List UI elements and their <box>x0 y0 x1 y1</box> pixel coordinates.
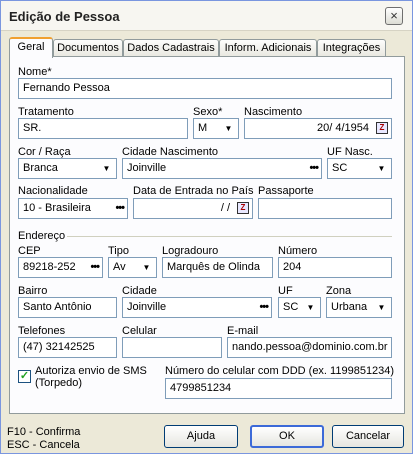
cidade-label: Cidade <box>122 285 157 297</box>
telefones-label: Telefones <box>18 325 66 337</box>
celular-field[interactable] <box>122 337 222 358</box>
celular-ddd-label: Número do celular com DDD (ex. 119985123… <box>165 365 395 377</box>
cidade-field[interactable]: Joinville ••• <box>122 297 272 318</box>
data-entrada-label: Data de Entrada no País <box>133 185 254 197</box>
calendar-icon[interactable]: Z <box>376 122 388 134</box>
chevron-down-icon[interactable]: ▼ <box>373 299 390 316</box>
lookup-icon[interactable]: ••• <box>309 159 319 178</box>
data-entrada-field[interactable]: / / Z <box>133 198 253 219</box>
celular-label: Celular <box>122 325 157 337</box>
cep-field[interactable]: 89218-252 ••• <box>18 257 103 278</box>
celular-ddd-field[interactable]: 4799851234 <box>165 378 392 399</box>
lookup-icon[interactable]: ••• <box>90 258 100 277</box>
uf-nasc-label: UF Nasc. <box>327 146 373 158</box>
cancel-button[interactable]: Cancelar <box>332 425 404 448</box>
sexo-value: M <box>198 122 208 134</box>
tratamento-field[interactable]: SR. <box>18 118 188 139</box>
nacionalidade-label: Nacionalidade <box>18 185 88 197</box>
cor-raca-select[interactable]: Branca ▼ <box>18 158 117 179</box>
cep-label: CEP <box>18 245 41 257</box>
tab-documentos[interactable]: Documentos <box>53 39 123 57</box>
cidade-nascimento-field[interactable]: Joinville ••• <box>122 158 322 179</box>
cidade-nascimento-label: Cidade Nascimento <box>122 146 218 158</box>
bairro-field[interactable]: Santo Antônio <box>18 297 117 318</box>
zona-label: Zona <box>326 285 352 297</box>
nascimento-label: Nascimento <box>244 106 303 118</box>
sms-label-line2: (Torpedo) <box>35 377 83 389</box>
logradouro-field[interactable]: Marquês de Olinda <box>162 257 273 278</box>
numero-label: Número <box>278 245 318 257</box>
sexo-label: Sexo* <box>193 106 223 118</box>
chevron-down-icon[interactable]: ▼ <box>220 120 237 137</box>
cidade-nascimento-value: Joinville <box>127 162 167 174</box>
chevron-down-icon[interactable]: ▼ <box>373 160 390 177</box>
chevron-down-icon[interactable]: ▼ <box>138 259 155 276</box>
nacionalidade-field[interactable]: 10 - Brasileira ••• <box>18 198 128 219</box>
chevron-down-icon[interactable]: ▼ <box>98 160 115 177</box>
tipo-label: Tipo <box>108 245 129 257</box>
endereco-divider <box>67 236 392 237</box>
zona-value: Urbana <box>331 301 368 313</box>
nome-field[interactable]: Fernando Pessoa <box>18 78 392 99</box>
calendar-icon[interactable]: Z <box>237 202 249 214</box>
help-button[interactable]: Ajuda <box>164 425 238 448</box>
uf-label: UF <box>278 285 293 297</box>
title-bar: Edição de Pessoa × <box>1 1 412 31</box>
uf-value: SC <box>283 301 299 313</box>
tipo-select[interactable]: Av ▼ <box>108 257 157 278</box>
tab-inform-adicionais[interactable]: Inform. Adicionais <box>219 39 317 57</box>
sexo-select[interactable]: M ▼ <box>193 118 239 139</box>
cep-value: 89218-252 <box>23 261 76 273</box>
email-label: E-mail <box>227 325 259 337</box>
lookup-icon[interactable]: ••• <box>259 298 269 317</box>
window-title: Edição de Pessoa <box>9 9 120 24</box>
tipo-value: Av <box>113 261 126 273</box>
uf-nasc-select[interactable]: SC ▼ <box>327 158 392 179</box>
data-entrada-value: / / <box>220 202 230 214</box>
nacionalidade-value: 10 - Brasileira <box>23 202 91 214</box>
passaporte-field[interactable] <box>258 198 392 219</box>
bairro-label: Bairro <box>18 285 48 297</box>
numero-field[interactable]: 204 <box>278 257 392 278</box>
edit-person-window: Edição de Pessoa × Geral Documentos Dado… <box>0 0 413 454</box>
tratamento-label: Tratamento <box>18 106 74 118</box>
tab-integracoes[interactable]: Integrações <box>317 39 386 57</box>
sms-label-line1: Autoriza envio de SMS <box>35 365 147 377</box>
cor-raca-value: Branca <box>23 162 58 174</box>
uf-select[interactable]: SC ▼ <box>278 297 321 318</box>
passaporte-label: Passaporte <box>258 185 314 197</box>
cidade-value: Joinville <box>127 301 167 313</box>
ok-button[interactable]: OK <box>250 425 324 448</box>
tab-dados-cadastrais[interactable]: Dados Cadastrais <box>123 39 219 57</box>
shortcut-hint-cancel: ESC - Cancela <box>7 439 80 451</box>
close-button[interactable]: × <box>385 7 403 25</box>
lookup-icon[interactable]: ••• <box>115 199 125 218</box>
shortcut-hint-confirm: F10 - Confirma <box>7 426 81 438</box>
cor-raca-label: Cor / Raça <box>18 146 71 158</box>
endereco-group-label: Endereço <box>18 230 66 242</box>
sms-checkbox[interactable]: ✓ <box>18 370 31 383</box>
uf-nasc-value: SC <box>332 162 348 174</box>
nascimento-field[interactable]: 20/ 4/1954 Z <box>244 118 392 139</box>
tab-geral[interactable]: Geral <box>9 37 53 58</box>
telefones-field[interactable]: (47) 32142525 <box>18 337 117 358</box>
zona-select[interactable]: Urbana ▼ <box>326 297 392 318</box>
nome-label: Nome* <box>18 66 52 78</box>
logradouro-label: Logradouro <box>162 245 219 257</box>
chevron-down-icon[interactable]: ▼ <box>302 299 319 316</box>
email-field[interactable]: nando.pessoa@dominio.com.br <box>227 337 392 358</box>
nascimento-value: 20/ 4/1954 <box>317 122 369 134</box>
